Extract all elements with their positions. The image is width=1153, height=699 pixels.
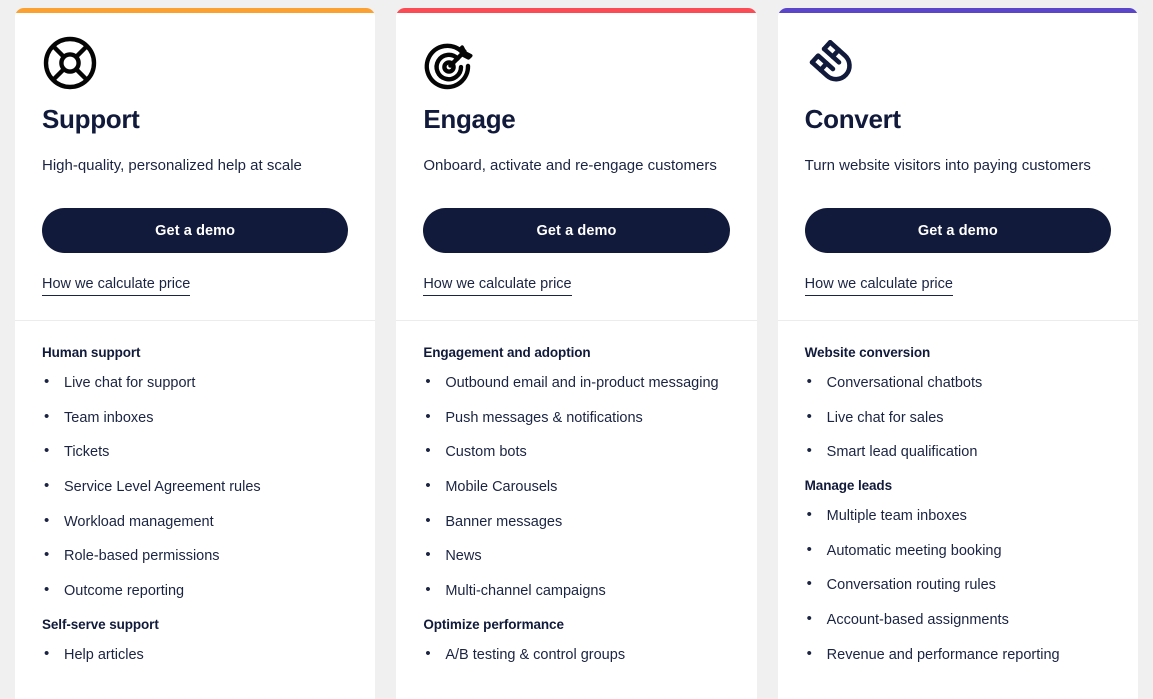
- feature-group: Website conversion Conversational chatbo…: [805, 345, 1111, 461]
- feature-group: Manage leads Multiple team inboxes Autom…: [805, 478, 1111, 664]
- feature-group-title: Self-serve support: [42, 616, 159, 632]
- plan-title: Support: [42, 104, 140, 134]
- list-item: Smart lead qualification: [805, 442, 1111, 461]
- feature-group: Engagement and adoption Outbound email a…: [423, 345, 729, 600]
- pricing-plan-grid: Support High-quality, personalized help …: [0, 0, 1153, 699]
- feature-group-title: Optimize performance: [423, 616, 564, 632]
- list-item: Account-based assignments: [805, 610, 1111, 629]
- plan-title: Engage: [423, 104, 516, 134]
- plan-card-support: Support High-quality, personalized help …: [15, 8, 376, 699]
- list-item: Automatic meeting booking: [805, 541, 1111, 560]
- feature-group-title: Human support: [42, 345, 141, 361]
- list-item: Outcome reporting: [42, 581, 348, 600]
- list-item: Workload management: [42, 512, 348, 531]
- feature-group: Human support Live chat for support Team…: [42, 345, 348, 600]
- list-item: Revenue and performance reporting: [805, 645, 1111, 664]
- target-dart-icon: [423, 34, 729, 92]
- plan-card-header: Engage Onboard, activate and re-engage c…: [396, 13, 757, 322]
- list-item: A/B testing & control groups: [423, 645, 729, 664]
- list-item: Multiple team inboxes: [805, 506, 1111, 525]
- list-item: Role-based permissions: [42, 546, 348, 565]
- list-item: Help articles: [42, 645, 348, 664]
- plan-feature-sections: Engagement and adoption Outbound email a…: [396, 321, 756, 699]
- list-item: Live chat for sales: [805, 408, 1111, 427]
- list-item: Team inboxes: [42, 408, 348, 427]
- feature-list: Live chat for support Team inboxes Ticke…: [42, 373, 348, 600]
- plan-feature-sections: Human support Live chat for support Team…: [15, 321, 375, 699]
- list-item: Banner messages: [423, 512, 729, 531]
- feature-list: A/B testing & control groups: [423, 645, 729, 664]
- plan-card-header: Convert Turn website visitors into payin…: [777, 13, 1138, 322]
- list-item: Mobile Carousels: [423, 477, 729, 496]
- plan-card-header: Support High-quality, personalized help …: [15, 13, 376, 322]
- plan-feature-sections: Website conversion Conversational chatbo…: [778, 321, 1138, 699]
- get-a-demo-button[interactable]: Get a demo: [42, 208, 349, 254]
- how-we-calculate-price-link[interactable]: How we calculate price: [423, 276, 572, 297]
- list-item: Outbound email and in-product messaging: [423, 373, 729, 392]
- feature-group: Self-serve support Help articles: [42, 617, 348, 664]
- feature-list: Multiple team inboxes Automatic meeting …: [805, 506, 1111, 664]
- feature-group-title: Website conversion: [804, 345, 931, 361]
- list-item: Service Level Agreement rules: [42, 477, 348, 496]
- list-item: Live chat for support: [42, 373, 348, 392]
- plan-tagline: Turn website visitors into paying custom…: [804, 157, 1091, 175]
- get-a-demo-button[interactable]: Get a demo: [804, 208, 1111, 254]
- feature-group-title: Engagement and adoption: [423, 345, 591, 361]
- list-item: Conversation routing rules: [805, 575, 1111, 594]
- magnet-icon: [805, 34, 1111, 92]
- list-item: Custom bots: [423, 442, 729, 461]
- how-we-calculate-price-link[interactable]: How we calculate price: [42, 276, 191, 297]
- list-item: Conversational chatbots: [805, 373, 1111, 392]
- plan-title: Convert: [804, 104, 901, 134]
- feature-list: Outbound email and in-product messaging …: [423, 373, 729, 600]
- get-a-demo-button[interactable]: Get a demo: [423, 208, 730, 254]
- lifebuoy-icon: [42, 34, 348, 92]
- feature-group-title: Manage leads: [804, 478, 892, 494]
- plan-card-convert: Convert Turn website visitors into payin…: [777, 8, 1138, 699]
- plan-card-engage: Engage Onboard, activate and re-engage c…: [396, 8, 757, 699]
- list-item: Tickets: [42, 442, 348, 461]
- list-item: Push messages & notifications: [423, 408, 729, 427]
- feature-group: Optimize performance A/B testing & contr…: [423, 617, 729, 664]
- list-item: News: [423, 546, 729, 565]
- plan-tagline: Onboard, activate and re-engage customer…: [423, 157, 717, 175]
- how-we-calculate-price-link[interactable]: How we calculate price: [804, 276, 953, 297]
- list-item: Multi-channel campaigns: [423, 581, 729, 600]
- plan-tagline: High-quality, personalized help at scale: [42, 157, 302, 175]
- feature-list: Help articles: [42, 645, 348, 664]
- feature-list: Conversational chatbots Live chat for sa…: [805, 373, 1111, 461]
